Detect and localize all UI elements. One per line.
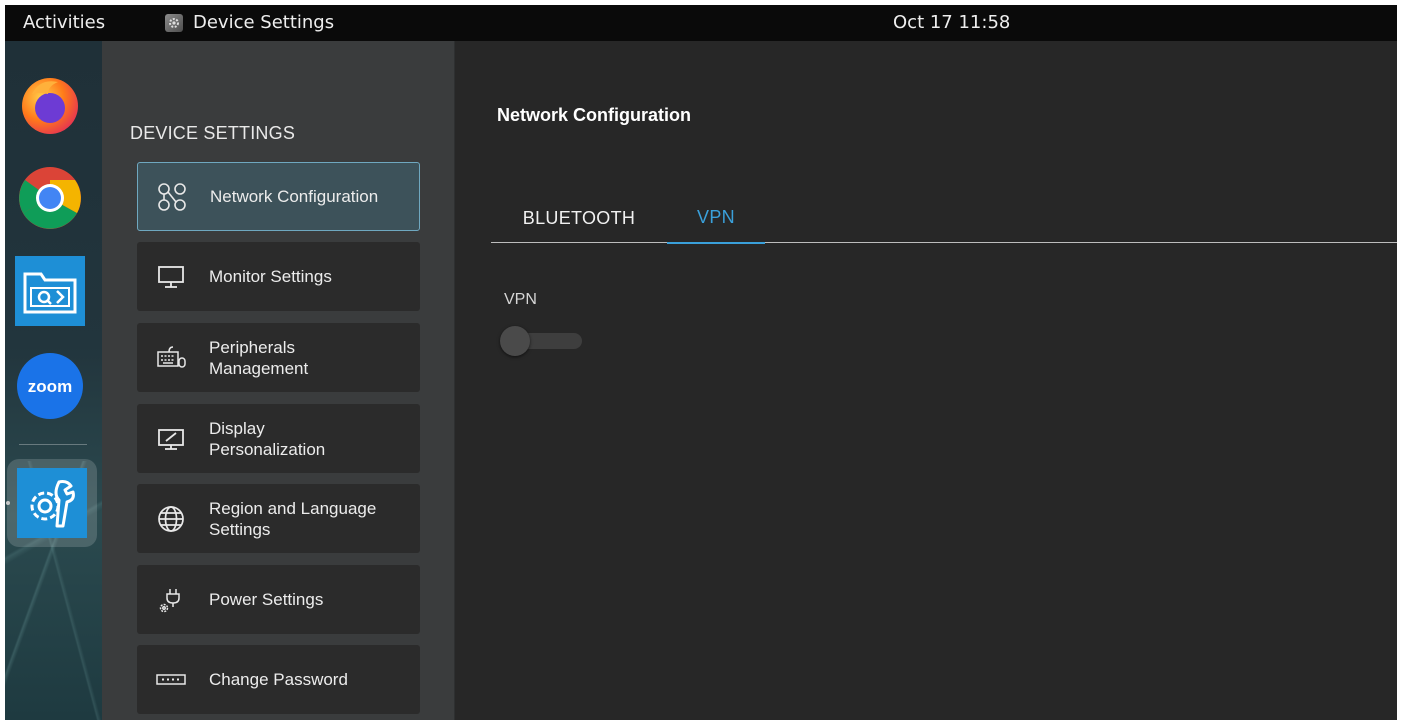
tab-bar: BLUETOOTH VPN (491, 193, 1397, 244)
page-title: Network Configuration (497, 105, 691, 125)
sidebar-item-peripherals-management[interactable]: Peripherals Management (137, 323, 420, 392)
tab-bluetooth[interactable]: BLUETOOTH (491, 193, 667, 243)
main-panel: Network Configuration BLUETOOTH VPN VPN (455, 41, 1397, 720)
sidebar-item-label: Power Settings (209, 590, 324, 609)
running-indicator (6, 501, 10, 505)
display-brush-icon (151, 424, 191, 454)
activities-button[interactable]: Activities (23, 12, 105, 33)
clock[interactable]: Oct 17 11:58 (893, 12, 1010, 33)
dock: zoom (5, 41, 102, 720)
dock-item-device-settings[interactable] (7, 459, 97, 547)
app-name: Device Settings (193, 12, 335, 33)
power-plug-icon (151, 585, 191, 615)
network-icon (152, 180, 192, 214)
sidebar-item-region-language[interactable]: Region and Language Settings (137, 484, 420, 553)
monitor-icon (151, 262, 191, 292)
device-settings-icon (17, 468, 87, 538)
sidebar-item-label: Region and Language Settings (209, 498, 377, 539)
dock-item-zoom[interactable]: zoom (15, 351, 85, 421)
vpn-toggle[interactable] (500, 326, 582, 356)
sidebar-item-change-password[interactable]: Change Password (137, 645, 420, 714)
top-bar: Activities Device Settings Oct 17 11:58 (5, 5, 1397, 44)
sidebar-item-monitor-settings[interactable]: Monitor Settings (137, 242, 420, 311)
password-icon (151, 670, 191, 690)
remote-viewer-icon (15, 256, 85, 326)
sidebar-item-network-configuration[interactable]: Network Configuration (137, 162, 420, 231)
sidebar-item-label: Network Configuration (210, 187, 379, 206)
chrome-icon (19, 167, 81, 229)
dock-item-firefox[interactable] (15, 69, 85, 139)
keyboard-mouse-icon (151, 342, 191, 374)
sidebar-item-label: Peripherals Management (209, 337, 309, 378)
settings-sidebar: DEVICE SETTINGS Network Configuration Mo… (102, 41, 455, 720)
tab-vpn[interactable]: VPN (667, 193, 765, 244)
dock-item-remote-viewer[interactable] (15, 256, 85, 326)
settings-app-icon (165, 13, 183, 32)
dock-item-chrome[interactable] (15, 163, 85, 233)
sidebar-item-display-personalization[interactable]: Display Personalization (137, 404, 420, 473)
globe-icon (151, 504, 191, 534)
vpn-toggle-thumb[interactable] (500, 326, 530, 356)
sidebar-title: DEVICE SETTINGS (130, 123, 296, 143)
vpn-toggle-label: VPN (504, 291, 537, 308)
screenshot-edge (1397, 0, 1406, 720)
firefox-icon (22, 78, 78, 134)
zoom-label: zoom (28, 377, 72, 396)
app-menu[interactable]: Device Settings (165, 12, 334, 33)
sidebar-item-label: Monitor Settings (209, 267, 332, 286)
zoom-icon: zoom (17, 353, 83, 419)
sidebar-item-label: Change Password (209, 670, 348, 689)
sidebar-item-label: Display Personalization (209, 418, 326, 459)
dock-separator (19, 444, 87, 445)
sidebar-item-power-settings[interactable]: Power Settings (137, 565, 420, 634)
